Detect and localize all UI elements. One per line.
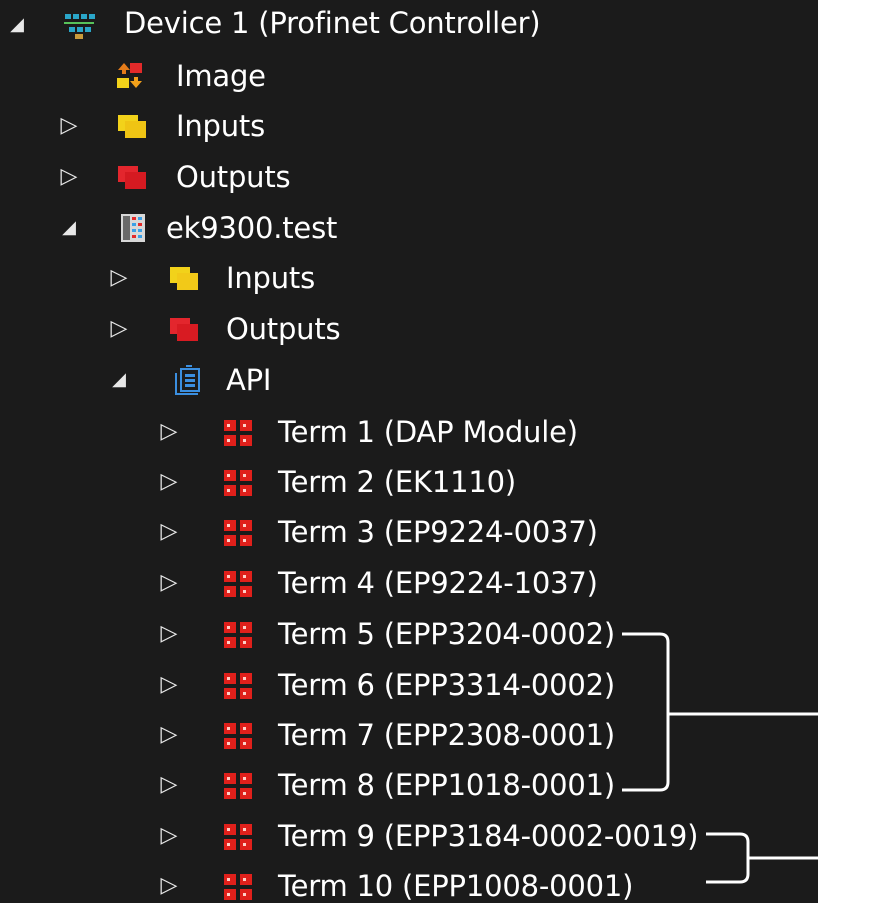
expand-arrow-icon[interactable]: ▷	[154, 457, 184, 507]
tree-node-box-outputs[interactable]: ▷ Outputs	[0, 304, 818, 354]
expand-arrow-icon[interactable]: ▷	[154, 609, 184, 659]
expand-arrow-icon[interactable]: ▷	[104, 253, 134, 303]
tree-node-term[interactable]: ▷ Term 7 (EPP2308-0001)	[0, 710, 818, 760]
tree-node-box-inputs[interactable]: ▷ Inputs	[0, 253, 818, 303]
tree-node-label: Term 10 (EPP1008-0001)	[278, 869, 634, 903]
tree-node-label: Term 1 (DAP Module)	[278, 415, 578, 449]
terminal-module-icon	[222, 567, 254, 599]
tree-node-term[interactable]: ▷ Term 3 (EP9224-0037)	[0, 507, 818, 557]
tree-node-term[interactable]: ▷ Term 4 (EP9224-1037)	[0, 558, 818, 608]
annotation-label-x52: X52	[826, 702, 866, 726]
tree-node-label: Device 1 (Profinet Controller)	[124, 6, 541, 40]
tree-node-label: Outputs	[226, 312, 341, 346]
terminal-module-icon	[222, 719, 254, 751]
tree-node-image[interactable]: Image	[0, 51, 818, 101]
collapse-arrow-icon[interactable]: ◢	[54, 203, 84, 253]
inputs-folder-icon	[168, 262, 200, 294]
inputs-folder-icon	[116, 110, 148, 142]
tree-node-label: Inputs	[176, 109, 266, 143]
tree-node-api[interactable]: ◢ API	[0, 355, 818, 405]
expand-arrow-icon[interactable]: ▷	[154, 811, 184, 861]
tree-node-label: API	[226, 363, 272, 397]
terminal-module-icon	[222, 618, 254, 650]
terminal-module-icon	[222, 669, 254, 701]
image-mapping-icon	[114, 60, 146, 92]
expand-arrow-icon[interactable]: ▷	[154, 507, 184, 557]
tree-node-label: Term 5 (EPP3204-0002)	[278, 617, 615, 651]
terminal-module-icon	[222, 820, 254, 852]
tree-node-term[interactable]: ▷ Term 6 (EPP3314-0002)	[0, 660, 818, 710]
tree-node-outputs[interactable]: ▷ Outputs	[0, 152, 818, 202]
tree-node-label: Image	[176, 59, 266, 93]
collapse-arrow-icon[interactable]: ◢	[104, 355, 134, 405]
tree-node-label: Term 6 (EPP3314-0002)	[278, 668, 615, 702]
expand-arrow-icon[interactable]: ▷	[154, 710, 184, 760]
tree-node-label: Term 3 (EP9224-0037)	[278, 515, 598, 549]
api-document-icon	[172, 364, 204, 396]
tree-node-term[interactable]: ▷ Term 1 (DAP Module)	[0, 407, 818, 457]
tree-node-label: Outputs	[176, 160, 291, 194]
expand-arrow-icon[interactable]: ▷	[154, 861, 184, 903]
tree-node-box[interactable]: ◢ ek9300.test	[0, 203, 818, 253]
tree-node-label: ek9300.test	[166, 211, 338, 245]
outputs-folder-icon	[116, 161, 148, 193]
tree-node-term[interactable]: ▷ Term 10 (EPP1008-0001)	[0, 861, 818, 903]
expand-arrow-icon[interactable]: ▷	[154, 660, 184, 710]
terminal-module-icon	[222, 416, 254, 448]
expand-arrow-icon[interactable]: ▷	[154, 407, 184, 457]
tree-node-inputs[interactable]: ▷ Inputs	[0, 101, 818, 151]
tree-node-device[interactable]: ◢ Device 1 (Profinet Controller)	[0, 0, 818, 50]
expand-arrow-icon[interactable]: ▷	[154, 760, 184, 810]
tree-node-term[interactable]: ▷ Term 8 (EPP1018-0001)	[0, 760, 818, 810]
tree-node-label: Term 8 (EPP1018-0001)	[278, 768, 615, 802]
network-device-icon	[62, 9, 95, 41]
expand-arrow-icon[interactable]: ▷	[104, 304, 134, 354]
expand-arrow-icon[interactable]: ▷	[54, 152, 84, 202]
outputs-folder-icon	[168, 313, 200, 345]
expand-arrow-icon[interactable]: ▷	[54, 101, 84, 151]
terminal-module-icon	[222, 516, 254, 548]
solution-tree-panel: ◢ Device 1 (Profinet Controller) Image ▷…	[0, 0, 818, 903]
terminal-module-icon	[222, 870, 254, 902]
tree-node-label: Inputs	[226, 261, 316, 295]
expand-arrow-icon[interactable]: ▷	[154, 558, 184, 608]
bus-coupler-icon	[118, 212, 150, 244]
tree-node-label: Term 7 (EPP2308-0001)	[278, 718, 615, 752]
collapse-arrow-icon[interactable]: ◢	[2, 0, 32, 50]
tree-node-label: Term 9 (EPP3184-0002-0019)	[278, 819, 699, 853]
tree-node-term[interactable]: ▷ Term 2 (EK1110)	[0, 457, 818, 507]
tree-node-term[interactable]: ▷ Term 5 (EPP3204-0002)	[0, 609, 818, 659]
terminal-module-icon	[222, 769, 254, 801]
tree-node-label: Term 4 (EP9224-1037)	[278, 566, 598, 600]
tree-node-term[interactable]: ▷ Term 9 (EPP3184-0002-0019)	[0, 811, 818, 861]
tree-node-label: Term 2 (EK1110)	[278, 465, 516, 499]
annotation-label-x55: X55	[826, 846, 866, 870]
terminal-module-icon	[222, 466, 254, 498]
